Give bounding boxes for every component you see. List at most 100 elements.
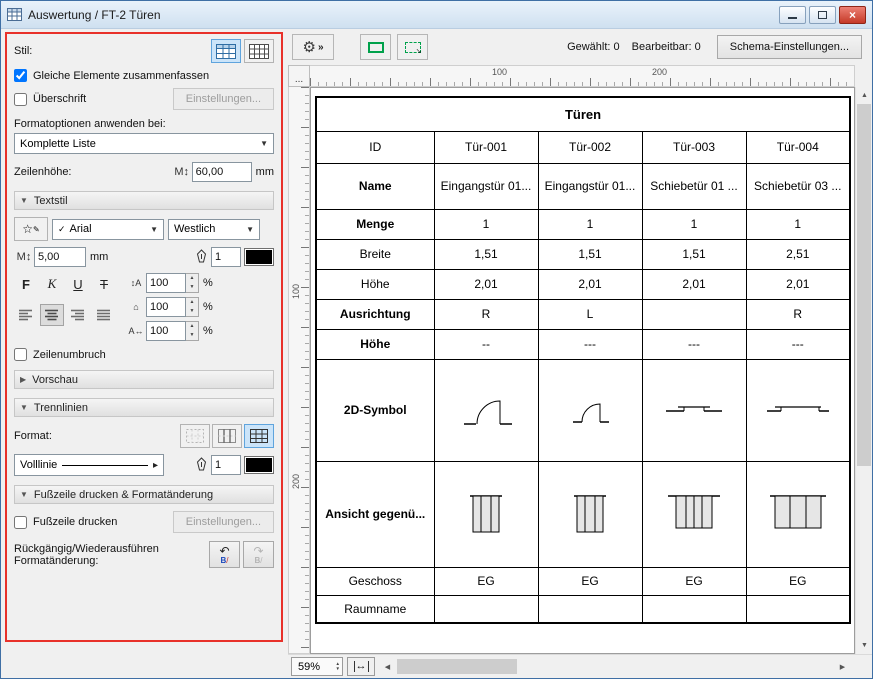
select-elements-button[interactable]: ↘ [397, 34, 428, 60]
row-height-input[interactable] [192, 162, 252, 182]
char-spacing-input[interactable] [146, 321, 186, 341]
cell[interactable]: 2,51 [746, 239, 850, 269]
schema-settings-button[interactable]: Schema-Einstellungen... [717, 35, 862, 59]
cell-elevation[interactable] [642, 461, 746, 567]
text-pen-input[interactable] [211, 247, 241, 267]
cell[interactable]: 1 [746, 209, 850, 239]
options-button[interactable]: ⚙ » [292, 34, 334, 60]
row-label[interactable]: Breite [316, 239, 434, 269]
align-justify-button[interactable] [92, 304, 116, 326]
row-label[interactable]: Raumname [316, 595, 434, 623]
cell[interactable]: Tür-003 [642, 131, 746, 163]
row-label[interactable]: Höhe [316, 329, 434, 359]
char-spacing-spinner[interactable]: ▲▼ [186, 321, 199, 341]
font-select[interactable]: ✓ Arial ▼ [52, 219, 164, 240]
horizontal-scrollbar[interactable]: ◀ ▶ [379, 658, 851, 675]
format-apply-select[interactable]: Komplette Liste ▼ [14, 133, 274, 154]
cell[interactable]: 1 [538, 209, 642, 239]
schedule-canvas[interactable]: Türen ID Tür-001 Tür-002 Tür-003 Tür-004… [310, 87, 855, 654]
char-width-spinner[interactable]: ▲▼ [186, 297, 199, 317]
bold-button[interactable]: F [14, 273, 38, 295]
cell-2d-symbol[interactable] [642, 359, 746, 461]
scroll-up-icon[interactable]: ▲ [856, 87, 872, 104]
cell[interactable]: 1,51 [434, 239, 538, 269]
vertical-scrollbar[interactable]: ▲ ▼ [855, 87, 872, 654]
line-spacing-input[interactable] [146, 273, 186, 293]
section-preview[interactable]: ▶ Vorschau [14, 370, 274, 389]
char-width-input[interactable] [146, 297, 186, 317]
cell-2d-symbol[interactable] [538, 359, 642, 461]
cell[interactable]: Tür-001 [434, 131, 538, 163]
cell[interactable]: Schiebetür 01 ... [642, 163, 746, 209]
align-right-button[interactable] [66, 304, 90, 326]
cell[interactable]: L [538, 299, 642, 329]
cell[interactable]: EG [642, 567, 746, 595]
font-size-input[interactable] [34, 247, 86, 267]
cell-elevation[interactable] [746, 461, 850, 567]
select-area-button[interactable] [360, 34, 391, 60]
row-label[interactable]: ID [316, 131, 434, 163]
cell-2d-symbol[interactable] [746, 359, 850, 461]
horizontal-scroll-thumb[interactable] [397, 659, 517, 674]
zoom-control[interactable]: 59% ▲▼ [291, 657, 343, 676]
cell[interactable]: R [746, 299, 850, 329]
cell[interactable]: --- [538, 329, 642, 359]
cell[interactable]: --- [642, 329, 746, 359]
cell[interactable] [642, 595, 746, 623]
cell[interactable]: -- [434, 329, 538, 359]
separator-pen-color-swatch[interactable] [244, 456, 274, 474]
row-label[interactable]: Name [316, 163, 434, 209]
script-select[interactable]: Westlich ▼ [168, 219, 260, 240]
line-spacing-spinner[interactable]: ▲▼ [186, 273, 199, 293]
cell[interactable]: Tür-002 [538, 131, 642, 163]
cell[interactable]: 2,01 [538, 269, 642, 299]
row-label[interactable]: Menge [316, 209, 434, 239]
section-separators[interactable]: ▼ Trennlinien [14, 398, 274, 417]
underline-button[interactable]: U [66, 273, 90, 295]
cell[interactable]: Eingangstür 01... [434, 163, 538, 209]
align-center-button[interactable] [40, 304, 64, 326]
style-merged-button[interactable] [211, 39, 241, 63]
cell[interactable] [538, 595, 642, 623]
cell[interactable]: 2,01 [642, 269, 746, 299]
style-grid-button[interactable] [244, 39, 274, 63]
row-label[interactable]: 2D-Symbol [316, 359, 434, 461]
wordwrap-checkbox[interactable] [14, 348, 27, 361]
row-label[interactable]: Höhe [316, 269, 434, 299]
separator-none-button[interactable] [180, 424, 210, 448]
strikethrough-button[interactable]: T [92, 273, 116, 295]
cell[interactable]: 2,01 [746, 269, 850, 299]
scroll-down-icon[interactable]: ▼ [856, 637, 872, 654]
separator-grid-button[interactable] [244, 424, 274, 448]
separator-pen-input[interactable] [211, 455, 241, 475]
minimize-button[interactable] [779, 6, 806, 24]
cell[interactable]: EG [434, 567, 538, 595]
scroll-left-icon[interactable]: ◀ [379, 658, 396, 675]
row-label[interactable]: Ausrichtung [316, 299, 434, 329]
heading-checkbox[interactable] [14, 93, 27, 106]
footer-settings-button[interactable]: Einstellungen... [173, 511, 274, 533]
cell[interactable] [746, 595, 850, 623]
cell[interactable]: R [434, 299, 538, 329]
cell[interactable]: 1 [642, 209, 746, 239]
undo-format-button[interactable]: ↶ B/ [209, 541, 240, 568]
cell[interactable] [642, 299, 746, 329]
cell[interactable]: 1,51 [642, 239, 746, 269]
cell-elevation[interactable] [538, 461, 642, 567]
table-title[interactable]: Türen [316, 97, 850, 131]
cell[interactable]: EG [746, 567, 850, 595]
cell[interactable]: 2,01 [434, 269, 538, 299]
row-label[interactable]: Ansicht gegenü... [316, 461, 434, 567]
cell[interactable]: Schiebetür 03 ... [746, 163, 850, 209]
cell[interactable]: EG [538, 567, 642, 595]
cell[interactable]: Eingangstür 01... [538, 163, 642, 209]
cell[interactable]: --- [746, 329, 850, 359]
ruler-options-button[interactable]: ... [288, 65, 310, 87]
align-left-button[interactable] [14, 304, 38, 326]
maximize-button[interactable] [809, 6, 836, 24]
text-pen-color-swatch[interactable] [244, 248, 274, 266]
section-footer[interactable]: ▼ Fußzeile drucken & Formatänderung [14, 485, 274, 504]
section-textstyle[interactable]: ▼ Textstil [14, 191, 274, 210]
cell[interactable] [434, 595, 538, 623]
row-label[interactable]: Geschoss [316, 567, 434, 595]
